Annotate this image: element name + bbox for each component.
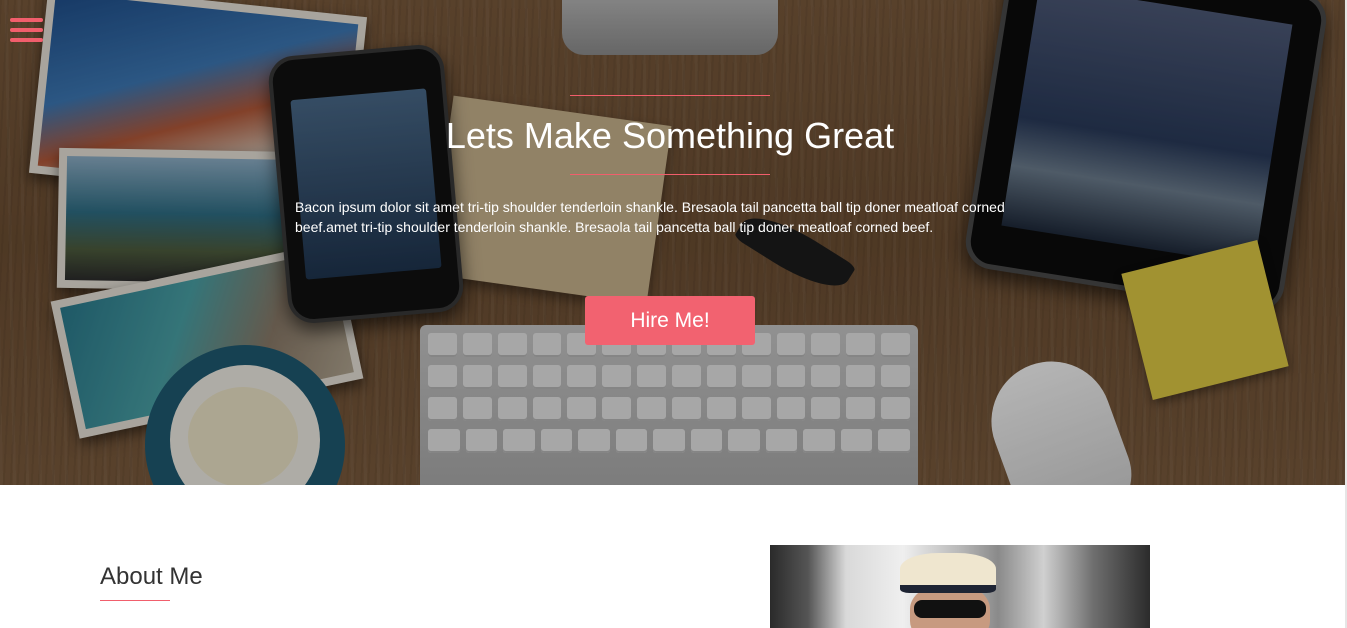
profile-photo — [770, 545, 1150, 628]
hire-me-button[interactable]: Hire Me! — [585, 296, 755, 345]
hamburger-menu-icon[interactable] — [10, 18, 43, 44]
hero-top-divider — [570, 95, 770, 96]
hero-overlay — [0, 0, 1345, 485]
about-divider — [100, 600, 170, 601]
hero-description: Bacon ipsum dolor sit amet tri-tip shoul… — [295, 199, 1005, 235]
hero-section: Lets Make Something Great Bacon ipsum do… — [0, 0, 1345, 485]
hero-bottom-divider — [570, 174, 770, 175]
about-title: About Me — [100, 563, 203, 590]
hero-title: Lets Make Something Great — [445, 115, 895, 156]
